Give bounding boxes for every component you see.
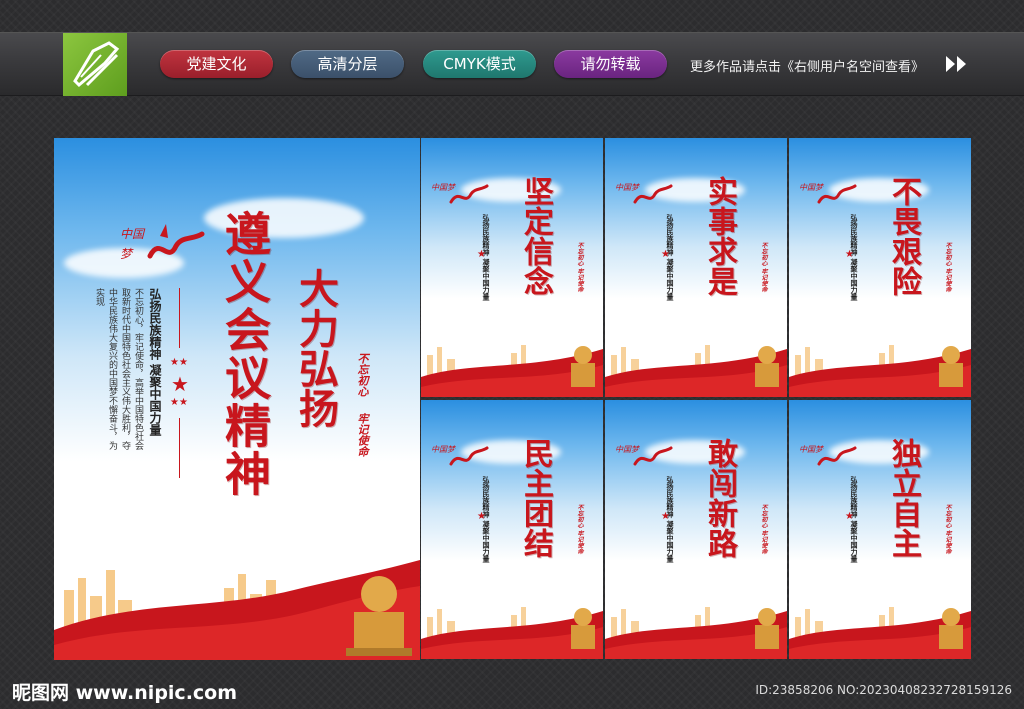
tag-cmyk-mode[interactable]: CMYK模式 (423, 50, 536, 78)
seal-text: 不忘初心 牢记使命 (576, 504, 583, 555)
seal-text-left: 不忘初心 (356, 353, 369, 397)
china-dream-logo-icon: 中国 梦 (120, 224, 205, 261)
star-icon: ★ (845, 249, 854, 260)
skyline-ribbon-graphic (605, 607, 787, 659)
skyline-ribbon-graphic (605, 345, 787, 397)
tag-party-culture[interactable]: 党建文化 (160, 50, 273, 78)
skyline-ribbon-graphic (789, 345, 971, 397)
star-icon: ★ (661, 511, 670, 522)
seal-text: 不忘初心 牢记使命 (760, 504, 767, 555)
body-line: 不忘初心，牢记使命，高举中国特色社会 (133, 288, 143, 450)
small-poster-6: 中国梦 独立自主 弘扬民族精神 凝聚中国力量 ★ 不忘初心 牢记使命 (789, 400, 971, 659)
lion-statue-icon (755, 346, 779, 387)
seal-text: 不忘初心 牢记使命 (944, 242, 951, 293)
tag-hd-layers[interactable]: 高清分层 (291, 50, 404, 78)
small-poster-5: 中国梦 敢闯新路 弘扬民族精神 凝聚中国力量 ★ 不忘初心 牢记使命 (605, 400, 787, 659)
body-line: 中华民族伟大复兴的中国梦不懈奋斗，为实现 (94, 288, 117, 450)
site-logo[interactable] (63, 33, 127, 96)
star-icon: ★ (477, 511, 486, 522)
skyline-ribbon-graphic (421, 607, 603, 659)
svg-text:中国梦: 中国梦 (615, 183, 641, 192)
lion-statue-icon (571, 608, 595, 649)
svg-text:中国梦: 中国梦 (799, 183, 825, 192)
skyline-ribbon-graphic (789, 607, 971, 659)
china-dream-logo-icon: 中国梦 (431, 445, 489, 466)
small-poster-title: 民主团结 (518, 438, 553, 558)
svg-text:中国梦: 中国梦 (799, 445, 825, 454)
lion-statue-icon (939, 608, 963, 649)
star-icon: ★★ (170, 397, 188, 408)
divider-line (179, 288, 180, 348)
seal-text-right: 牢记使命 (356, 413, 369, 457)
main-poster-slogan: 大力弘扬 (292, 268, 339, 428)
main-poster: 中国 梦 遵义会议精神 大力弘扬 弘扬民族精神 凝聚中国力量 不忘初心，牢记使命… (54, 138, 420, 660)
main-poster-subtitle: 弘扬民族精神 凝聚中国力量 (148, 288, 162, 437)
double-arrow-right-icon[interactable] (944, 54, 970, 74)
tag-no-repost[interactable]: 请勿转载 (554, 50, 667, 78)
skyline-ribbon-graphic (421, 345, 603, 397)
lion-statue-icon (755, 608, 779, 649)
china-dream-logo-icon: 中国梦 (799, 445, 857, 466)
image-id-text: ID:23858206 NO:20230408232728159126 (755, 683, 1012, 697)
star-icon: ★ (171, 372, 189, 396)
small-poster-3: 中国梦 不畏艰险 弘扬民族精神 凝聚中国力量 ★ 不忘初心 牢记使命 (789, 138, 971, 397)
site-watermark: 昵图网 www.nipic.com (12, 682, 238, 704)
main-poster-title: 遵义会议精神 (218, 210, 272, 498)
skyline-ribbon-graphic (54, 560, 420, 660)
svg-text:中国: 中国 (120, 227, 146, 241)
svg-text:中国梦: 中国梦 (615, 445, 641, 454)
small-poster-title: 敢闯新路 (702, 438, 737, 558)
star-icon: ★★ (170, 357, 188, 368)
lion-statue-icon (571, 346, 595, 387)
main-poster-body: 不忘初心，牢记使命，高举中国特色社会 取新时代中国特色社会主义伟大胜利，夺 中华… (92, 288, 144, 458)
more-works-link[interactable]: 更多作品请点击《右侧用户名空间查看》 (690, 56, 924, 75)
small-poster-title: 坚定信念 (518, 176, 553, 296)
small-poster-title: 实事求是 (702, 176, 737, 296)
svg-text:中国梦: 中国梦 (431, 445, 457, 454)
seal-text: 不忘初心 牢记使命 (944, 504, 951, 555)
small-poster-title: 独立自主 (886, 438, 921, 558)
small-poster-2: 中国梦 实事求是 弘扬民族精神 凝聚中国力量 ★ 不忘初心 牢记使命 (605, 138, 787, 397)
divider-line (179, 418, 180, 478)
small-poster-4: 中国梦 民主团结 弘扬民族精神 凝聚中国力量 ★ 不忘初心 牢记使命 (421, 400, 603, 659)
svg-text:梦: 梦 (120, 247, 134, 261)
small-poster-title: 不畏艰险 (886, 176, 921, 296)
china-dream-logo-icon: 中国梦 (615, 183, 673, 204)
star-icon: ★ (845, 511, 854, 522)
seal-text: 不忘初心 牢记使命 (576, 242, 583, 293)
star-icon: ★ (477, 249, 486, 260)
small-poster-1: 中国梦 坚定信念 弘扬民族精神 凝聚中国力量 ★ 不忘初心 牢记使命 (421, 138, 603, 397)
china-dream-logo-icon: 中国梦 (615, 445, 673, 466)
svg-text:中国梦: 中国梦 (431, 183, 457, 192)
china-dream-logo-icon: 中国梦 (431, 183, 489, 204)
body-line: 取新时代中国特色社会主义伟大胜利，夺 (120, 288, 130, 450)
lion-statue-icon (939, 346, 963, 387)
seal-text: 不忘初心 牢记使命 (760, 242, 767, 293)
pen-nib-icon (73, 41, 120, 88)
china-dream-logo-icon: 中国梦 (799, 183, 857, 204)
star-icon: ★ (661, 249, 670, 260)
